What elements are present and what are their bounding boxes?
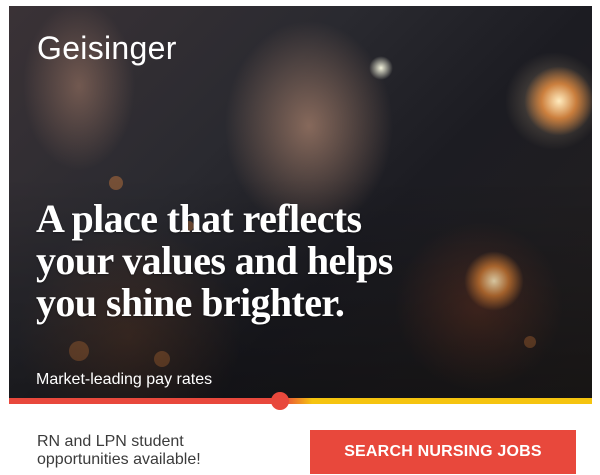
accent-dot	[271, 392, 289, 410]
background-light	[369, 56, 393, 80]
brand-logo: Geisinger	[37, 30, 177, 66]
student-opportunities-text: RN and LPN student opportunities availab…	[37, 433, 267, 469]
headline-line: you shine brighter.	[36, 280, 345, 325]
info-line: RN and LPN student	[37, 433, 184, 450]
sparkler-glow	[524, 66, 592, 136]
headline-line: your values and helps	[36, 238, 393, 283]
info-line: opportunities available!	[37, 451, 201, 468]
headline: A place that reflects your values and he…	[36, 198, 506, 324]
headline-line: A place that reflects	[36, 196, 362, 241]
search-nursing-jobs-button[interactable]: SEARCH NURSING JOBS	[310, 430, 576, 474]
pay-rates-tagline: Market-leading pay rates	[36, 371, 213, 388]
accent-bar	[9, 398, 592, 404]
job-ad-banner[interactable]: Geisinger A place that reflects your val…	[0, 0, 600, 475]
